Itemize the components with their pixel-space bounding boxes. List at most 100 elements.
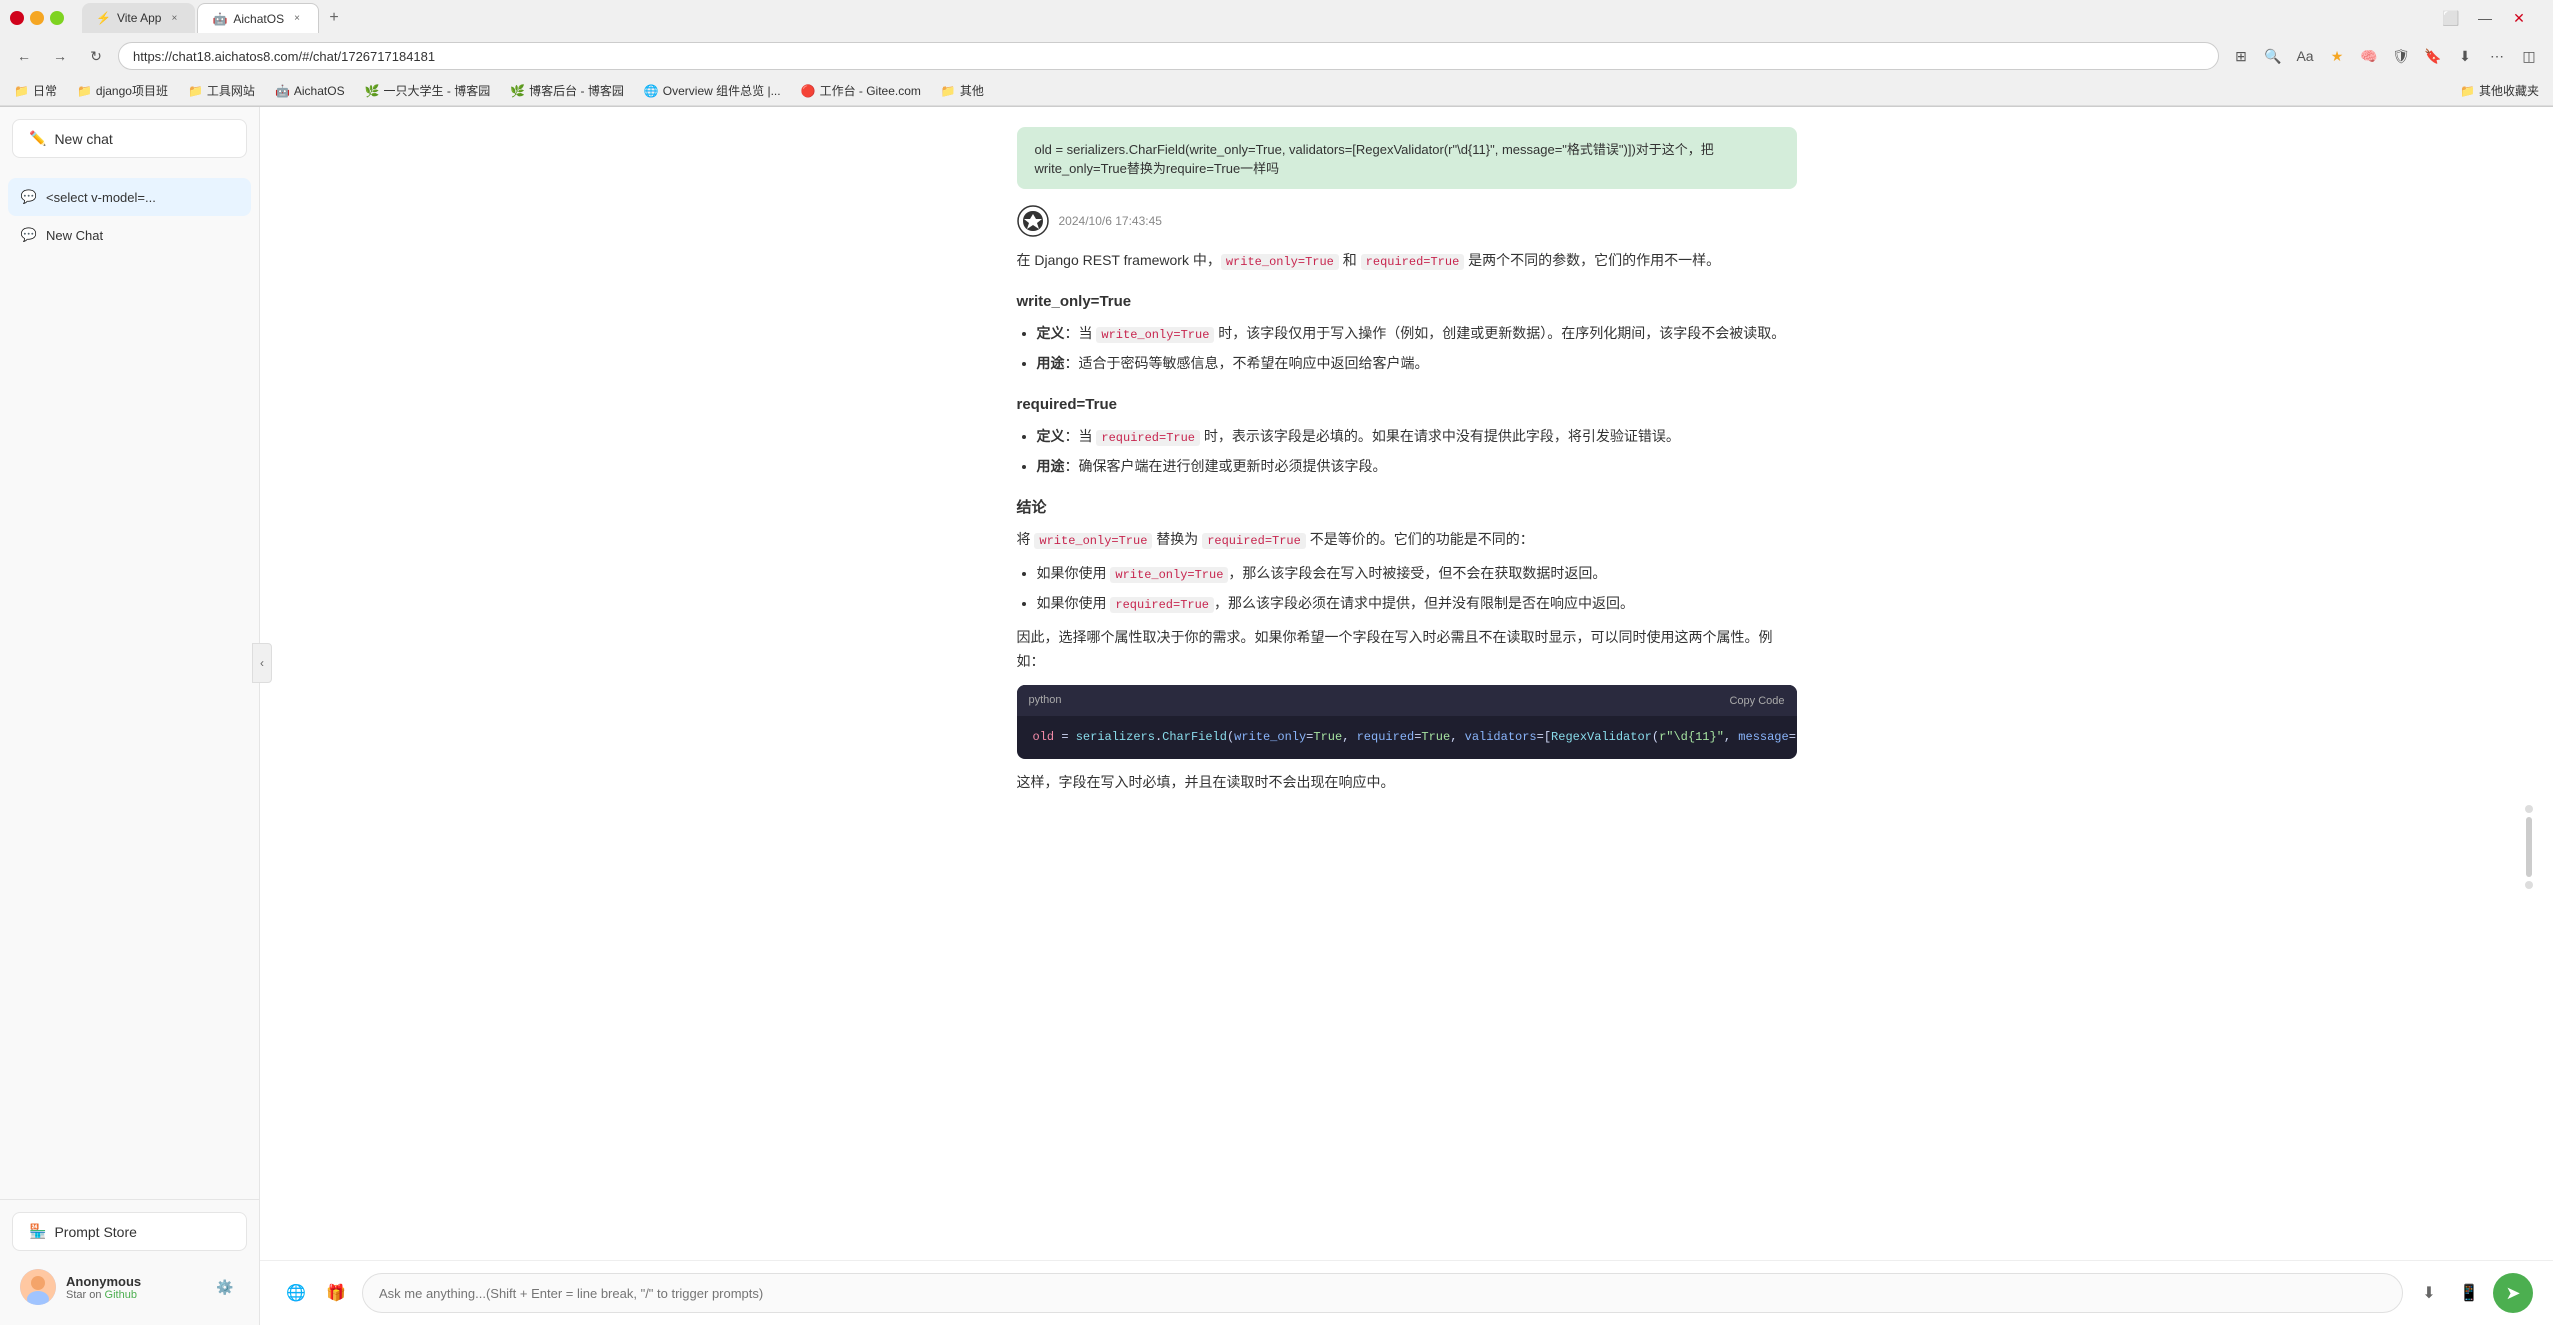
bookmark-icon: 🌐 xyxy=(644,84,659,98)
scroll-space xyxy=(260,805,2553,845)
refresh-button[interactable]: ↻ xyxy=(82,42,110,70)
sidebar: ✏️ New chat 💬 <select v-model=... ✎ 🗑 💬 … xyxy=(0,107,260,1325)
messages-container: old = serializers.CharField(write_only=T… xyxy=(260,107,2553,1260)
gear-button[interactable]: ⚙️ xyxy=(211,1273,239,1301)
star-icon[interactable]: ★ xyxy=(2323,42,2351,70)
prompt-store-icon: 🏪 xyxy=(29,1223,46,1240)
code-required: required=True xyxy=(1361,254,1465,270)
browser-chrome: ⚡ Vite App × 🤖 AichatOS × + ⬜ — ✕ ← → ↻ … xyxy=(0,0,2553,107)
window-controls xyxy=(10,11,64,25)
sidebar-toggle-icon[interactable]: ◫ xyxy=(2515,42,2543,70)
address-input[interactable] xyxy=(118,42,2219,70)
section2-item2: 用途：确保客户端在进行创建或更新时必须提供该字段。 xyxy=(1037,455,1797,479)
sidebar-top: ✏️ New chat xyxy=(0,107,259,170)
chat-item-active[interactable]: 💬 <select v-model=... ✎ 🗑 xyxy=(8,178,251,216)
new-chat-label: New chat xyxy=(54,131,112,147)
code-content: old = serializers.CharField(write_only=T… xyxy=(1017,716,1797,759)
github-link[interactable]: Github xyxy=(105,1289,137,1301)
prompt-store-button[interactable]: 🏪 Prompt Store xyxy=(12,1212,247,1251)
bookmark-aichatos[interactable]: 🤖 AichatOS xyxy=(271,82,349,100)
minimize-icon[interactable]: — xyxy=(2471,4,2499,32)
close-window-button[interactable] xyxy=(10,11,24,25)
bookmark-tools[interactable]: 📁 工具网站 xyxy=(184,80,259,101)
restore-icon[interactable]: ⬜ xyxy=(2437,4,2465,32)
new-chat-button[interactable]: ✏️ New chat xyxy=(12,119,247,158)
bookmark-label: 博客后台 - 博客园 xyxy=(529,82,624,99)
chat-list: 💬 <select v-model=... ✎ 🗑 💬 New Chat xyxy=(0,170,259,1199)
bookmark-overview[interactable]: 🌐 Overview 组件总览 |... xyxy=(640,80,785,101)
tab-close-button[interactable]: × xyxy=(167,11,181,25)
share-icon[interactable]: 📱 xyxy=(2453,1277,2485,1309)
chat-item-label: <select v-model=... xyxy=(46,190,239,205)
bookmarks-bar: 📁 日常 📁 django项目班 📁 工具网站 🤖 AichatOS 🌿 一只大… xyxy=(0,76,2553,106)
sidebar-bottom: 🏪 Prompt Store Anonymous Star on Github … xyxy=(0,1199,259,1325)
conclusion-text: 将 write_only=True 替换为 required=True 不是等价… xyxy=(1017,528,1797,552)
bookmark-label: django项目班 xyxy=(96,82,168,99)
gift-icon[interactable]: 🎁 xyxy=(320,1277,352,1309)
bookmark-blog2[interactable]: 🌿 博客后台 - 博客园 xyxy=(506,80,628,101)
section2-item1: 定义：当 required=True 时，表示该字段是必填的。如果在请求中没有提… xyxy=(1037,425,1797,449)
bookmark-icon: 📁 xyxy=(188,84,203,98)
conclusion-item2: 如果你使用 required=True，那么该字段必须在请求中提供，但并没有限制… xyxy=(1037,592,1797,616)
tab-vite[interactable]: ⚡ Vite App × xyxy=(82,3,195,33)
forward-button[interactable]: → xyxy=(46,42,74,70)
back-button[interactable]: ← xyxy=(10,42,38,70)
conclusion-title: 结论 xyxy=(1017,495,1797,521)
avatar xyxy=(20,1269,56,1305)
bookmark-django[interactable]: 📁 django项目班 xyxy=(73,80,172,101)
section1-item2: 用途：适合于密码等敏感信息，不希望在响应中返回给客户端。 xyxy=(1037,352,1797,376)
ai-response-header: 2024/10/6 17:43:45 xyxy=(1017,205,1797,237)
bookmark-icon[interactable]: 🔖 xyxy=(2419,42,2447,70)
final-text: 因此，选择哪个属性取决于你的需求。如果你希望一个字段在写入时必需且不在读取时显示… xyxy=(1017,626,1797,674)
bookmark-gitee[interactable]: 🔴 工作台 - Gitee.com xyxy=(797,80,925,101)
bookmark-label: 其他收藏夹 xyxy=(2479,82,2539,99)
new-chat-icon: ✏️ xyxy=(29,130,46,147)
shield-icon[interactable]: 🛡 xyxy=(2387,42,2415,70)
titlebar: ⚡ Vite App × 🤖 AichatOS × + ⬜ — ✕ xyxy=(0,0,2553,36)
globe-icon[interactable]: 🌐 xyxy=(280,1277,312,1309)
response-content: 在 Django REST framework 中，write_only=Tru… xyxy=(1017,249,1797,795)
screen-icon[interactable]: ⊞ xyxy=(2227,42,2255,70)
translate-icon[interactable]: Aa xyxy=(2291,42,2319,70)
brain-icon[interactable]: 🧠 xyxy=(2355,42,2383,70)
tab-label: AichatOS xyxy=(233,12,284,26)
ai-timestamp: 2024/10/6 17:43:45 xyxy=(1059,214,1162,228)
more-icon[interactable]: ⋯ xyxy=(2483,42,2511,70)
close-icon[interactable]: ✕ xyxy=(2505,4,2533,32)
conclusion-list: 如果你使用 write_only=True，那么该字段会在写入时被接受，但不会在… xyxy=(1017,562,1797,616)
chat-input[interactable] xyxy=(362,1273,2403,1313)
maximize-window-button[interactable] xyxy=(50,11,64,25)
user-message-wrapper: old = serializers.CharField(write_only=T… xyxy=(977,127,1837,205)
copy-code-button[interactable]: Copy Code xyxy=(1729,691,1784,710)
ai-response-wrapper: 2024/10/6 17:43:45 在 Django REST framewo… xyxy=(977,205,1837,795)
tab-favicon: 🤖 xyxy=(212,12,227,26)
bookmark-icon: 🤖 xyxy=(275,84,290,98)
bookmark-icon: 📁 xyxy=(2460,84,2475,98)
scroll-dot2 xyxy=(2525,881,2533,889)
scroll-dot xyxy=(2525,805,2533,813)
tab-close-active-button[interactable]: × xyxy=(290,12,304,26)
chat-item-new[interactable]: 💬 New Chat xyxy=(8,216,251,254)
bookmark-daily[interactable]: 📁 日常 xyxy=(10,80,61,101)
input-area: 🌐 🎁 ⬇ 📱 ➤ xyxy=(260,1260,2553,1325)
search-icon[interactable]: 🔍 xyxy=(2259,42,2287,70)
bookmark-other[interactable]: 📁 其他 xyxy=(937,80,988,101)
download-toolbar-icon[interactable]: ⬇ xyxy=(2451,42,2479,70)
download-icon[interactable]: ⬇ xyxy=(2413,1277,2445,1309)
tab-aichatos[interactable]: 🤖 AichatOS × xyxy=(197,3,319,33)
send-button[interactable]: ➤ xyxy=(2493,1273,2533,1313)
chat-area: old = serializers.CharField(write_only=T… xyxy=(260,107,2553,1325)
tab-label: Vite App xyxy=(117,11,161,25)
response-intro: 在 Django REST framework 中，write_only=Tru… xyxy=(1017,249,1797,273)
collapse-sidebar-button[interactable]: ‹ xyxy=(252,643,272,683)
chat-bubble-icon: 💬 xyxy=(20,226,38,244)
bookmark-other-collection[interactable]: 📁 其他收藏夹 xyxy=(2456,80,2543,101)
chat-bubble-icon: 💬 xyxy=(20,188,38,206)
user-row[interactable]: Anonymous Star on Github ⚙️ xyxy=(12,1261,247,1313)
new-tab-button[interactable]: + xyxy=(321,5,347,31)
user-message: old = serializers.CharField(write_only=T… xyxy=(1017,127,1797,189)
bookmark-blog1[interactable]: 🌿 一只大学生 - 博客园 xyxy=(361,80,495,101)
minimize-window-button[interactable] xyxy=(30,11,44,25)
bookmark-label: 其他 xyxy=(960,82,984,99)
toolbar-icons: ⊞ 🔍 Aa ★ 🧠 🛡 🔖 ⬇ ⋯ ◫ xyxy=(2227,42,2543,70)
